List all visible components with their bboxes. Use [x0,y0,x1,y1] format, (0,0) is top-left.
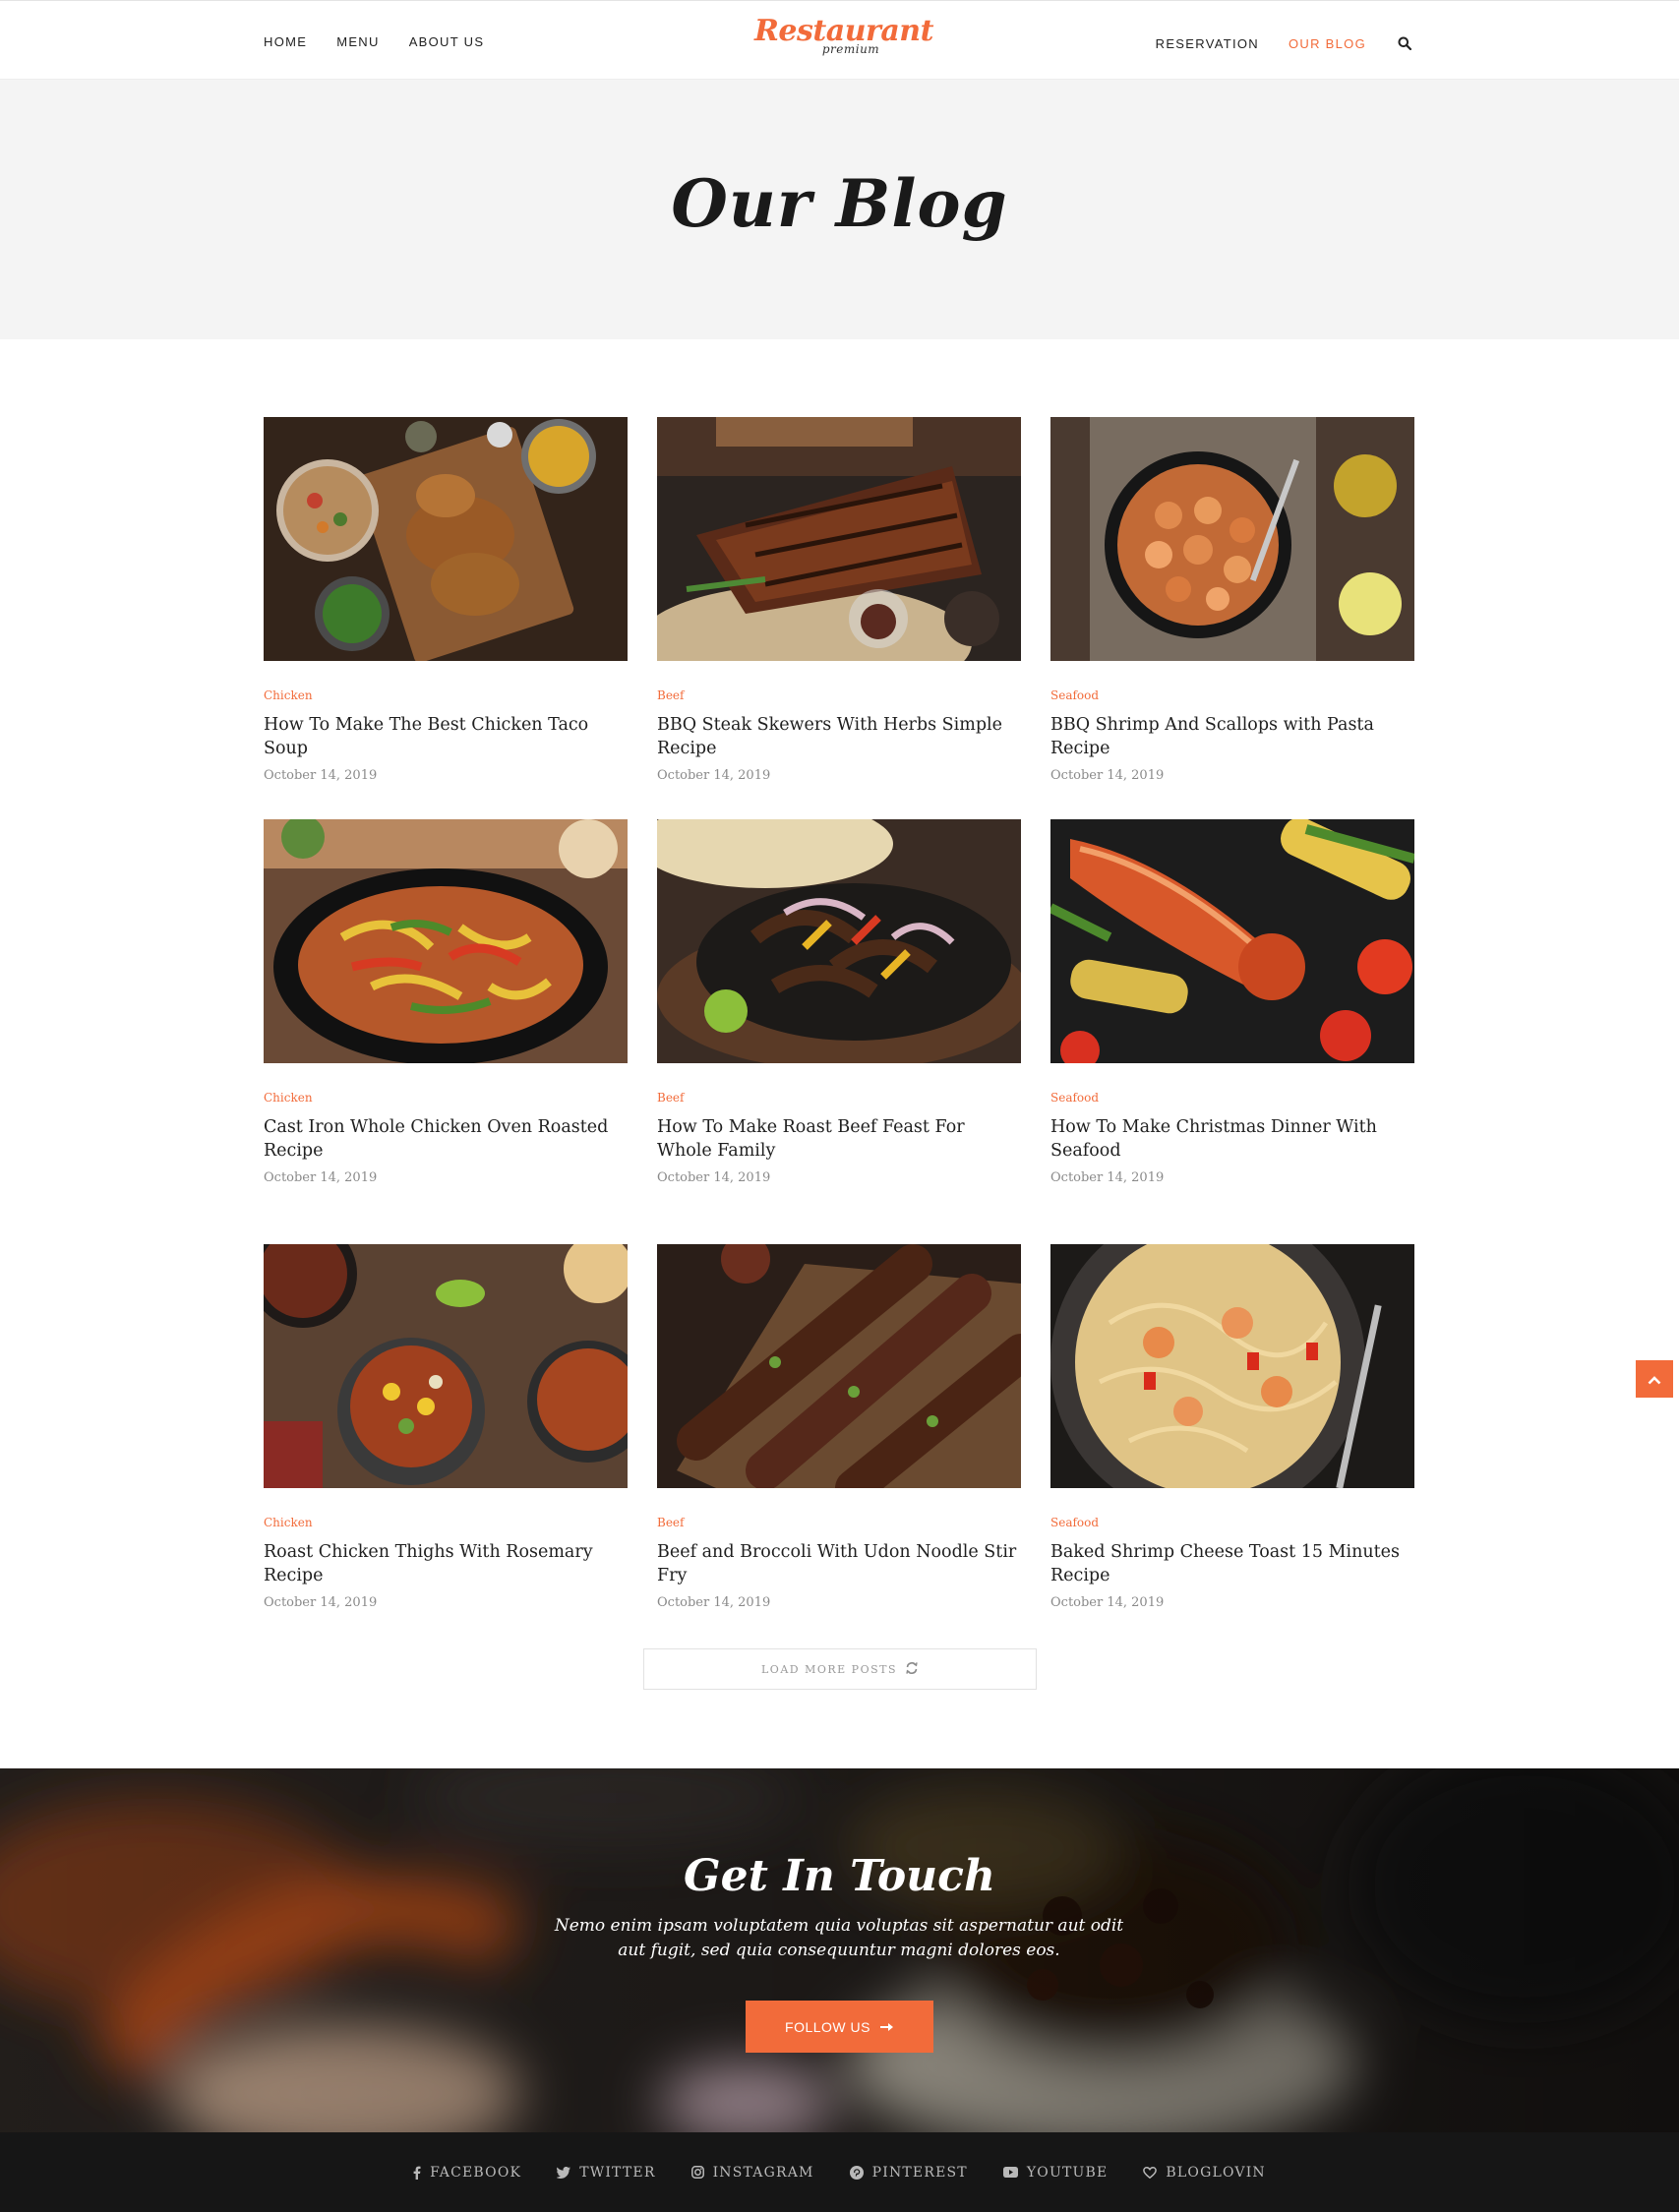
blog-post-card: Seafood Baked Shrimp Cheese Toast 15 Min… [1050,1244,1414,1610]
follow-us-button[interactable]: FOLLOW US [746,2001,933,2053]
post-title-link[interactable]: Baked Shrimp Cheese Toast 15 Minutes Rec… [1050,1540,1414,1587]
get-in-touch-text: Nemo enim ipsam voluptatem quia voluptas… [554,1916,1124,1960]
blog-post-card: Seafood How To Make Christmas Dinner Wit… [1050,819,1414,1185]
back-to-top-button[interactable] [1636,1360,1673,1398]
youtube-icon [1002,2167,1018,2178]
post-category-link[interactable]: Seafood [1050,688,1414,702]
post-date: October 14, 2019 [264,1595,378,1610]
refresh-icon [905,1660,919,1679]
blog-post-card: Chicken Roast Chicken Thighs With Rosema… [264,1244,628,1610]
post-date: October 14, 2019 [657,768,771,783]
get-in-touch-section: Get In Touch Nemo enim ipsam voluptatem … [0,1768,1679,2132]
post-date: October 14, 2019 [264,1170,378,1185]
blog-post-card: Chicken How To Make The Best Chicken Tac… [264,417,628,783]
blog-post-card: Beef Beef and Broccoli With Udon Noodle … [657,1244,1021,1610]
instagram-link[interactable]: INSTAGRAM [690,2164,814,2181]
site-logo[interactable]: Restaurant premium [754,15,933,64]
blog-post-card: Beef How To Make Roast Beef Feast For Wh… [657,819,1021,1185]
primary-nav-left: HOME MENU ABOUT US [264,34,484,49]
post-date: October 14, 2019 [1050,1595,1165,1610]
post-title-link[interactable]: BBQ Shrimp And Scallops with Pasta Recip… [1050,713,1414,760]
shrimp-pasta-photo[interactable] [1050,1244,1414,1488]
post-date: October 14, 2019 [264,768,378,783]
pinterest-label: PINTEREST [871,2164,968,2181]
pinterest-link[interactable]: PINTEREST [849,2164,968,2181]
post-title-link[interactable]: How To Make The Best Chicken Taco Soup [264,713,628,760]
post-category-link[interactable]: Beef [657,1516,1021,1529]
post-title-link[interactable]: How To Make Roast Beef Feast For Whole F… [657,1115,1021,1163]
beef-skewers-photo[interactable] [657,1244,1021,1488]
blog-post-card: Chicken Cast Iron Whole Chicken Oven Roa… [264,819,628,1185]
nav-blog-link[interactable]: OUR BLOG [1289,36,1366,51]
post-category-link[interactable]: Seafood [1050,1091,1414,1105]
bloglovin-label: BLOGLOVIN [1166,2164,1266,2181]
pinterest-icon [849,2165,864,2180]
nav-reservation-link[interactable]: RESERVATION [1156,36,1259,51]
post-title-link[interactable]: How To Make Christmas Dinner With Seafoo… [1050,1115,1414,1163]
twitter-link[interactable]: TWITTER [557,2165,655,2181]
get-in-touch-title: Get In Touch [684,1851,995,1901]
arrow-right-icon [879,2017,894,2036]
nav-about-link[interactable]: ABOUT US [409,34,485,49]
post-title-link[interactable]: Beef and Broccoli With Udon Noodle Stir … [657,1540,1021,1587]
post-date: October 14, 2019 [657,1595,771,1610]
post-title-link[interactable]: Roast Chicken Thighs With Rosemary Recip… [264,1540,628,1587]
youtube-link[interactable]: YOUTUBE [1002,2164,1109,2181]
nav-menu-link[interactable]: MENU [336,34,379,49]
post-date: October 14, 2019 [1050,768,1165,783]
chicken-fajita-skillet-photo[interactable] [264,819,628,1063]
post-category-link[interactable]: Beef [657,688,1021,702]
load-more-label: LOAD MORE POSTS [761,1662,897,1676]
chevron-up-icon [1648,1370,1661,1389]
blog-post-card: Beef BBQ Steak Skewers With Herbs Simple… [657,417,1021,783]
post-title-link[interactable]: Cast Iron Whole Chicken Oven Roasted Rec… [264,1115,628,1163]
social-footer: FACEBOOK TWITTER INSTAGRAM PINTEREST YOU… [0,2132,1679,2212]
nav-home-link[interactable]: HOME [264,34,307,49]
facebook-label: FACEBOOK [430,2164,522,2181]
bloglovin-link[interactable]: BLOGLOVIN [1143,2165,1265,2181]
chili-bowls-photo[interactable] [264,1244,628,1488]
site-header: HOME MENU ABOUT US Restaurant premium RE… [0,0,1679,80]
follow-us-label: FOLLOW US [785,2018,870,2035]
lobster-corn-photo[interactable] [1050,819,1414,1063]
instagram-label: INSTAGRAM [712,2164,814,2181]
search-icon[interactable] [1396,34,1413,52]
post-category-link[interactable]: Seafood [1050,1516,1414,1529]
post-date: October 14, 2019 [1050,1170,1165,1185]
facebook-link[interactable]: FACEBOOK [413,2165,521,2181]
post-date: October 14, 2019 [657,1170,771,1185]
post-category-link[interactable]: Beef [657,1091,1021,1105]
page-hero: Our Blog [0,80,1679,339]
post-category-link[interactable]: Chicken [264,1091,628,1105]
twitter-label: TWITTER [579,2164,656,2181]
load-more-button[interactable]: LOAD MORE POSTS [643,1648,1037,1690]
primary-nav-right: RESERVATION OUR BLOG [1156,34,1413,52]
beef-fajita-photo[interactable] [657,819,1021,1063]
post-category-link[interactable]: Chicken [264,688,628,702]
post-category-link[interactable]: Chicken [264,1516,628,1529]
page-title: Our Blog [671,165,1008,242]
facebook-icon [413,2166,421,2180]
instagram-icon [690,2166,704,2179]
youtube-label: YOUTUBE [1026,2164,1109,2181]
post-title-link[interactable]: BBQ Steak Skewers With Herbs Simple Reci… [657,713,1021,760]
heart-icon [1143,2166,1158,2179]
shrimp-skillet-photo[interactable] [1050,417,1414,661]
twitter-icon [557,2166,571,2179]
chicken-board-photo[interactable] [264,417,628,661]
blog-post-card: Seafood BBQ Shrimp And Scallops with Pas… [1050,417,1414,783]
grilled-steak-photo[interactable] [657,417,1021,661]
